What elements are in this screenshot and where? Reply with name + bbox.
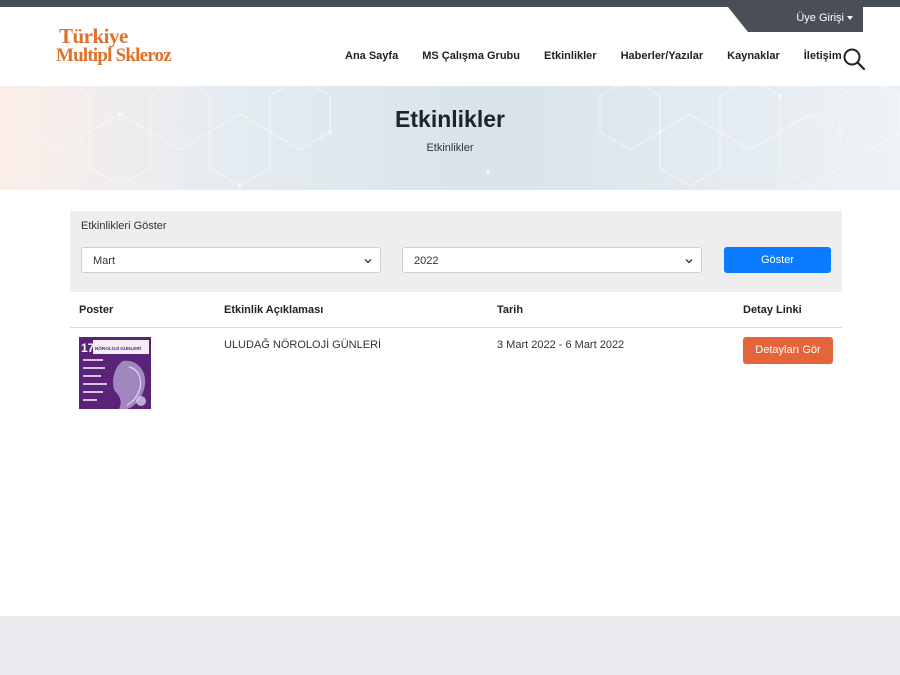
page-footer bbox=[0, 616, 900, 675]
caret-down-icon bbox=[847, 16, 853, 21]
column-header-detail-link: Detay Linki bbox=[743, 304, 802, 316]
year-select[interactable]: 2022 bbox=[402, 247, 702, 273]
site-logo[interactable]: Türkiye Multipl Skleroz bbox=[56, 24, 176, 74]
nav-resources[interactable]: Kaynaklar bbox=[727, 50, 780, 68]
page-title: Etkinlikler bbox=[395, 106, 505, 132]
event-poster-image[interactable]: 17. NÖROLOJİ GÜNLERİ bbox=[79, 337, 151, 409]
nav-events[interactable]: Etkinlikler bbox=[544, 50, 597, 68]
page-hero: Etkinlikler Etkinlikler bbox=[0, 86, 900, 190]
year-select-value: 2022 bbox=[414, 255, 439, 267]
breadcrumb: Etkinlikler bbox=[426, 142, 474, 154]
column-header-date: Tarih bbox=[497, 304, 524, 316]
nav-home[interactable]: Ana Sayfa bbox=[345, 50, 398, 68]
poster-artwork: 17. NÖROLOJİ GÜNLERİ bbox=[79, 337, 151, 409]
search-icon bbox=[843, 48, 866, 71]
hexagon-pattern bbox=[29, 86, 900, 188]
event-date: 3 Mart 2022 - 6 Mart 2022 bbox=[497, 339, 625, 351]
nav-contact[interactable]: İletişim bbox=[804, 50, 842, 68]
column-header-poster: Poster bbox=[79, 304, 114, 316]
event-filter-panel: Etkinlikleri Göster Mart 2022 Göster bbox=[70, 211, 842, 292]
nav-ms-working-group[interactable]: MS Çalışma Grubu bbox=[422, 50, 520, 68]
top-bar bbox=[0, 0, 900, 7]
event-description: ULUDAĞ NÖROLOJİ GÜNLERİ bbox=[224, 339, 382, 351]
month-select[interactable]: Mart bbox=[81, 247, 381, 273]
view-details-button[interactable]: Detayları Gör bbox=[743, 337, 833, 364]
poster-title: NÖROLOJİ GÜNLERİ bbox=[95, 345, 141, 351]
search-button[interactable] bbox=[842, 47, 866, 71]
logo-line2: Multipl Skleroz bbox=[56, 45, 172, 66]
member-login-dropdown[interactable]: Üye Girişi bbox=[728, 7, 863, 32]
member-login-label: Üye Girişi bbox=[796, 12, 853, 24]
show-button[interactable]: Göster bbox=[724, 247, 831, 273]
month-select-value: Mart bbox=[93, 255, 115, 267]
chevron-down-icon bbox=[685, 259, 693, 264]
main-nav: Ana Sayfa MS Çalışma Grubu Etkinlikler H… bbox=[333, 50, 854, 68]
chevron-down-icon bbox=[364, 259, 372, 264]
events-table-header: Poster Etkinlik Açıklaması Tarih Detay L… bbox=[70, 293, 842, 328]
column-header-description: Etkinlik Açıklaması bbox=[224, 304, 324, 316]
nav-news[interactable]: Haberler/Yazılar bbox=[621, 50, 704, 68]
filter-label: Etkinlikleri Göster bbox=[81, 220, 167, 232]
